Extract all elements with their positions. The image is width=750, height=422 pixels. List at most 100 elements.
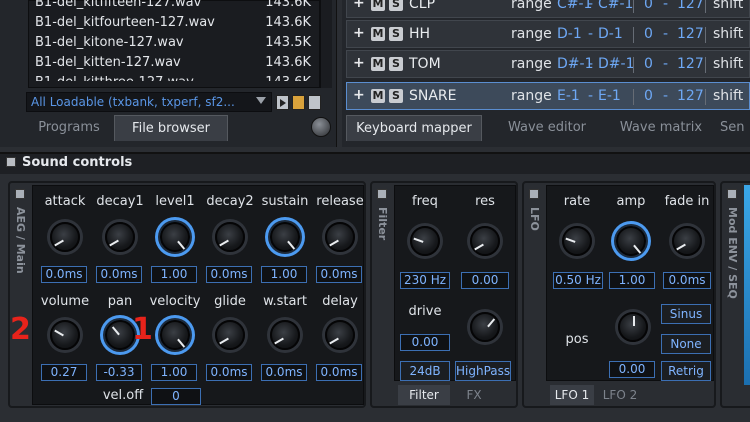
file-type-select[interactable]: All Loadable (txbank, txperf, sf2... [26,92,272,112]
tab-filter[interactable]: Filter [398,385,450,405]
tab-keyboard-mapper[interactable]: Keyboard mapper [346,115,482,141]
panel-toggle-icon[interactable] [727,189,737,199]
knob-delay[interactable] [325,320,355,350]
velocity-low[interactable]: 0 [644,26,653,42]
list-item[interactable]: B1-del_kitfifteen-127.wav 143.6K [29,0,319,13]
tab-fx[interactable]: FX [452,385,496,405]
panel-toggle-icon[interactable] [15,189,25,199]
panel-toggle-icon[interactable] [377,189,387,199]
tab-programs[interactable]: Programs [26,115,112,141]
knob-glide[interactable] [215,320,245,350]
range-high[interactable]: D-1 [598,26,623,42]
filter-slope-select[interactable]: 24dB [400,361,450,381]
velocity-high[interactable]: 127 [677,56,704,72]
tab-sends[interactable]: Sen [720,115,750,141]
velocity-high[interactable]: 127 [677,88,704,104]
list-item[interactable]: B1-del_kitten-127.wav 143.6K [29,53,319,73]
value-freq[interactable]: 230 Hz [400,272,450,289]
range-low[interactable]: E-1 [557,88,580,104]
knob-velocity[interactable] [160,320,190,350]
value-glide[interactable]: 0.0ms [206,364,252,381]
chevron-down-icon[interactable] [256,97,266,104]
knob-attack[interactable] [50,222,80,252]
solo-button[interactable]: S [389,27,403,41]
solo-button[interactable]: S [389,0,403,11]
mute-button[interactable]: M [371,57,385,71]
value-rate[interactable]: 0.50 Hz [553,272,603,289]
value-decay2[interactable]: 0.0ms [206,266,252,283]
list-item[interactable]: B1-del_kitfourteen-127.wav 143.6K [29,13,319,33]
expand-icon[interactable]: + [353,88,366,102]
mute-button[interactable]: M [371,27,385,41]
mute-button[interactable]: M [371,0,385,11]
lfo-retrig-toggle[interactable]: Retrig [661,361,711,381]
lfo-wave-select[interactable]: Sinus [661,304,711,324]
knob-fade-in[interactable] [672,226,702,256]
value-delay[interactable]: 0.0ms [316,364,362,381]
list-item[interactable]: B1-del_kitthree-127.wav143.6K [29,73,319,81]
value-velocity[interactable]: 1.00 [151,364,197,381]
knob-freq[interactable] [410,226,440,256]
value-fade-in[interactable]: 0.0ms [663,272,711,289]
knob-sustain[interactable] [270,222,300,252]
tab-lfo2[interactable]: LFO 2 [598,385,642,405]
velocity-low[interactable]: 0 [644,56,653,72]
knob-release[interactable] [325,222,355,252]
solo-button[interactable]: S [389,57,403,71]
knob-pan[interactable] [105,320,135,350]
tab-file-browser[interactable]: File browser [114,115,228,141]
filter-type-select[interactable]: HighPass [455,361,511,381]
tab-wave-editor[interactable]: Wave editor [492,115,602,141]
value-sustain[interactable]: 1.00 [261,266,307,283]
knob-decay1[interactable] [105,222,135,252]
velocity-high[interactable]: 127 [677,0,704,12]
velocity-high[interactable]: 127 [677,26,704,42]
lfo-sync-select[interactable]: None [661,334,711,354]
value-pan[interactable]: -0.33 [96,364,142,381]
file-list[interactable]: B1-del_kitfifteen-127.wav 143.6K B1-del_k… [28,0,320,88]
mapper-row[interactable]: + M S HH range D-1- D-1 0-127 shift [346,20,750,48]
knob-drive[interactable] [470,312,500,342]
knob-volume[interactable] [50,320,80,350]
tab-wave-matrix[interactable]: Wave matrix [606,115,716,141]
range-low[interactable]: D-1 [557,26,582,42]
collapse-icon[interactable] [6,157,16,167]
knob-level1[interactable] [160,222,190,252]
value-attack[interactable]: 0.0ms [41,266,87,283]
mute-button[interactable]: M [371,89,385,103]
range-high[interactable]: D#-1 [598,56,634,72]
knob-w.start[interactable] [270,320,300,350]
value-release[interactable]: 0.0ms [316,266,362,283]
preview-volume-knob[interactable] [311,117,331,137]
solo-button[interactable]: S [389,89,403,103]
velocity-low[interactable]: 0 [644,0,653,12]
value-drive[interactable]: 0.00 [400,334,450,351]
knob-pos[interactable] [618,312,648,342]
panel-toggle-icon[interactable] [529,189,539,199]
range-high[interactable]: E-1 [598,88,621,104]
value-amp[interactable]: 1.00 [609,272,655,289]
velocity-low[interactable]: 0 [644,88,653,104]
list-item[interactable]: B1-del_kitone-127.wav 143.5K [29,33,319,53]
value-volume[interactable]: 0.27 [41,364,87,381]
range-high[interactable]: C#-1 [598,0,633,12]
expand-icon[interactable]: + [353,26,366,40]
value-res[interactable]: 0.00 [461,272,509,289]
play-icon[interactable] [276,95,289,110]
knob-res[interactable] [470,226,500,256]
folder-icon[interactable] [308,95,321,110]
tab-lfo1[interactable]: LFO 1 [550,385,594,405]
file-list-scrollbar[interactable] [320,0,332,88]
knob-decay2[interactable] [215,222,245,252]
value-level1[interactable]: 1.00 [151,266,197,283]
value-pos[interactable]: 0.00 [609,361,655,378]
value-decay1[interactable]: 0.0ms [96,266,142,283]
vel-off-value[interactable]: 0 [151,388,201,405]
mapper-row[interactable]: + M S CLP range C#-1- C#-1 0-127 shift [346,0,750,18]
expand-icon[interactable]: + [353,56,366,70]
value-w.start[interactable]: 0.0ms [261,364,307,381]
mapper-row[interactable]: + M S TOM range D#-1- D#-1 0-127 shift [346,50,750,78]
mapper-row[interactable]: + M S SNARE range E-1- E-1 0-127 shift [346,82,750,110]
knob-rate[interactable] [562,226,592,256]
speaker-icon[interactable] [292,95,305,110]
